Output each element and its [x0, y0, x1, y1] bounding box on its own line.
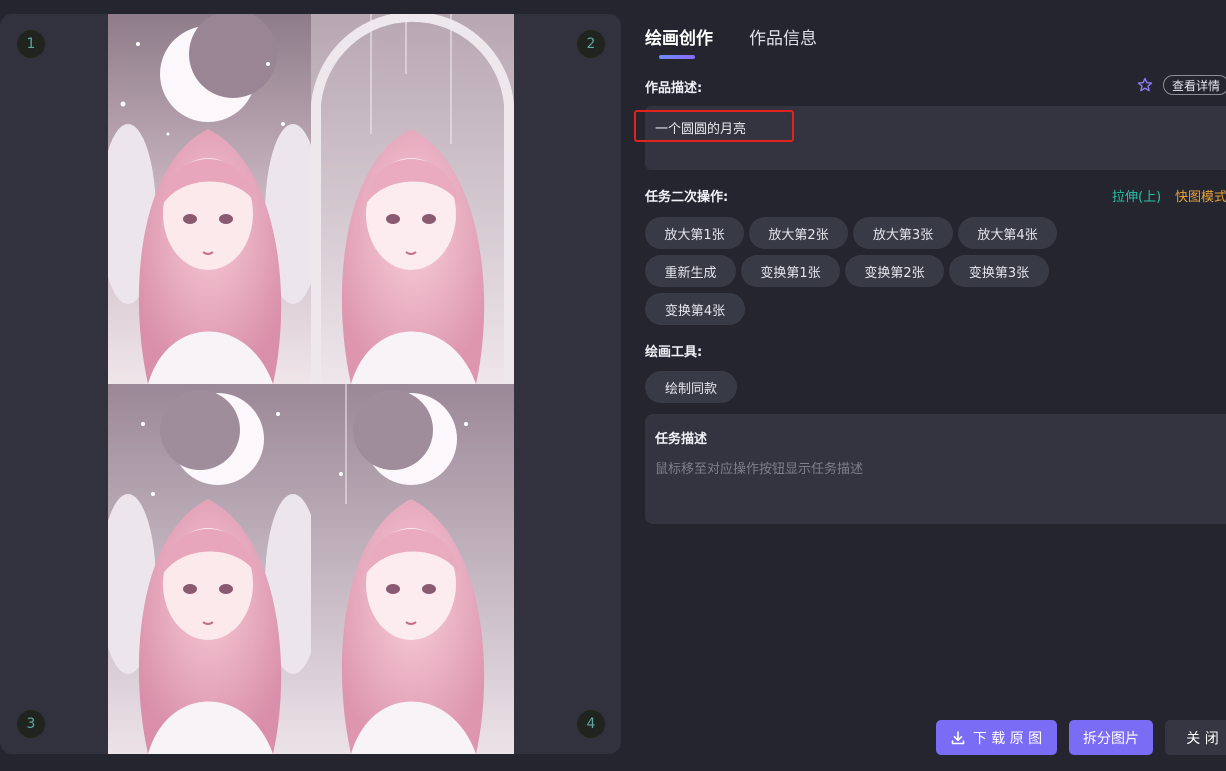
- variation-2-button[interactable]: 变换第2张: [845, 255, 944, 287]
- tab-bar: 绘画创作 作品信息: [645, 24, 817, 59]
- image-grid: [108, 14, 514, 754]
- active-tab-indicator: [659, 55, 695, 59]
- drawing-tools-label: 绘画工具:: [645, 345, 703, 360]
- image-preview-panel: 1 2 3 4: [0, 14, 621, 754]
- tab-work-info[interactable]: 作品信息: [749, 24, 817, 59]
- variation-4-button[interactable]: 变换第4张: [645, 293, 745, 325]
- split-image-button[interactable]: 拆分图片: [1069, 720, 1153, 755]
- quadrant-number-2[interactable]: 2: [577, 30, 605, 58]
- grid-image-4[interactable]: [311, 384, 514, 754]
- highlight-annotation-box: [634, 110, 794, 142]
- quadrant-number-4[interactable]: 4: [577, 710, 605, 738]
- anime-girl-moon-illustration: [108, 384, 311, 754]
- star-outline-icon[interactable]: [1137, 77, 1153, 93]
- close-button[interactable]: 关 闭: [1165, 720, 1226, 755]
- upscale-1-button[interactable]: 放大第1张: [645, 217, 744, 249]
- download-original-button[interactable]: 下 载 原 图: [936, 720, 1057, 755]
- regenerate-button[interactable]: 重新生成: [645, 255, 736, 287]
- secondary-ops-label: 任务二次操作:: [645, 190, 729, 205]
- tab-label: 作品信息: [749, 29, 817, 49]
- quadrant-number-3[interactable]: 3: [17, 710, 45, 738]
- download-label: 下 载 原 图: [972, 730, 1043, 747]
- upscale-3-button[interactable]: 放大第3张: [853, 217, 953, 249]
- download-icon: [951, 730, 965, 744]
- upscale-4-button[interactable]: 放大第4张: [958, 217, 1057, 249]
- tab-drawing-creation[interactable]: 绘画创作: [645, 24, 713, 59]
- fast-mode-link[interactable]: 快图模式: [1175, 186, 1226, 205]
- task-description-title: 任务描述: [655, 432, 708, 447]
- variation-3-button[interactable]: 变换第3张: [949, 255, 1049, 287]
- upscale-2-button[interactable]: 放大第2张: [749, 217, 848, 249]
- grid-image-1[interactable]: [108, 14, 311, 384]
- stretch-link[interactable]: 拉伸(上): [1112, 186, 1161, 205]
- anime-girl-arch-illustration: [311, 14, 514, 384]
- variation-1-button[interactable]: 变换第1张: [741, 255, 840, 287]
- tab-label: 绘画创作: [645, 29, 713, 49]
- anime-girl-moon-illustration: [311, 384, 514, 754]
- description-label: 作品描述:: [645, 81, 703, 96]
- draw-same-style-button[interactable]: 绘制同款: [645, 371, 737, 403]
- grid-image-2[interactable]: [311, 14, 514, 384]
- grid-image-3[interactable]: [108, 384, 311, 754]
- anime-girl-moon-illustration: [108, 14, 311, 384]
- task-description-hint: 鼠标移至对应操作按钮显示任务描述: [655, 462, 864, 477]
- view-details-button[interactable]: 查看详情: [1163, 75, 1226, 95]
- quadrant-number-1[interactable]: 1: [17, 30, 45, 58]
